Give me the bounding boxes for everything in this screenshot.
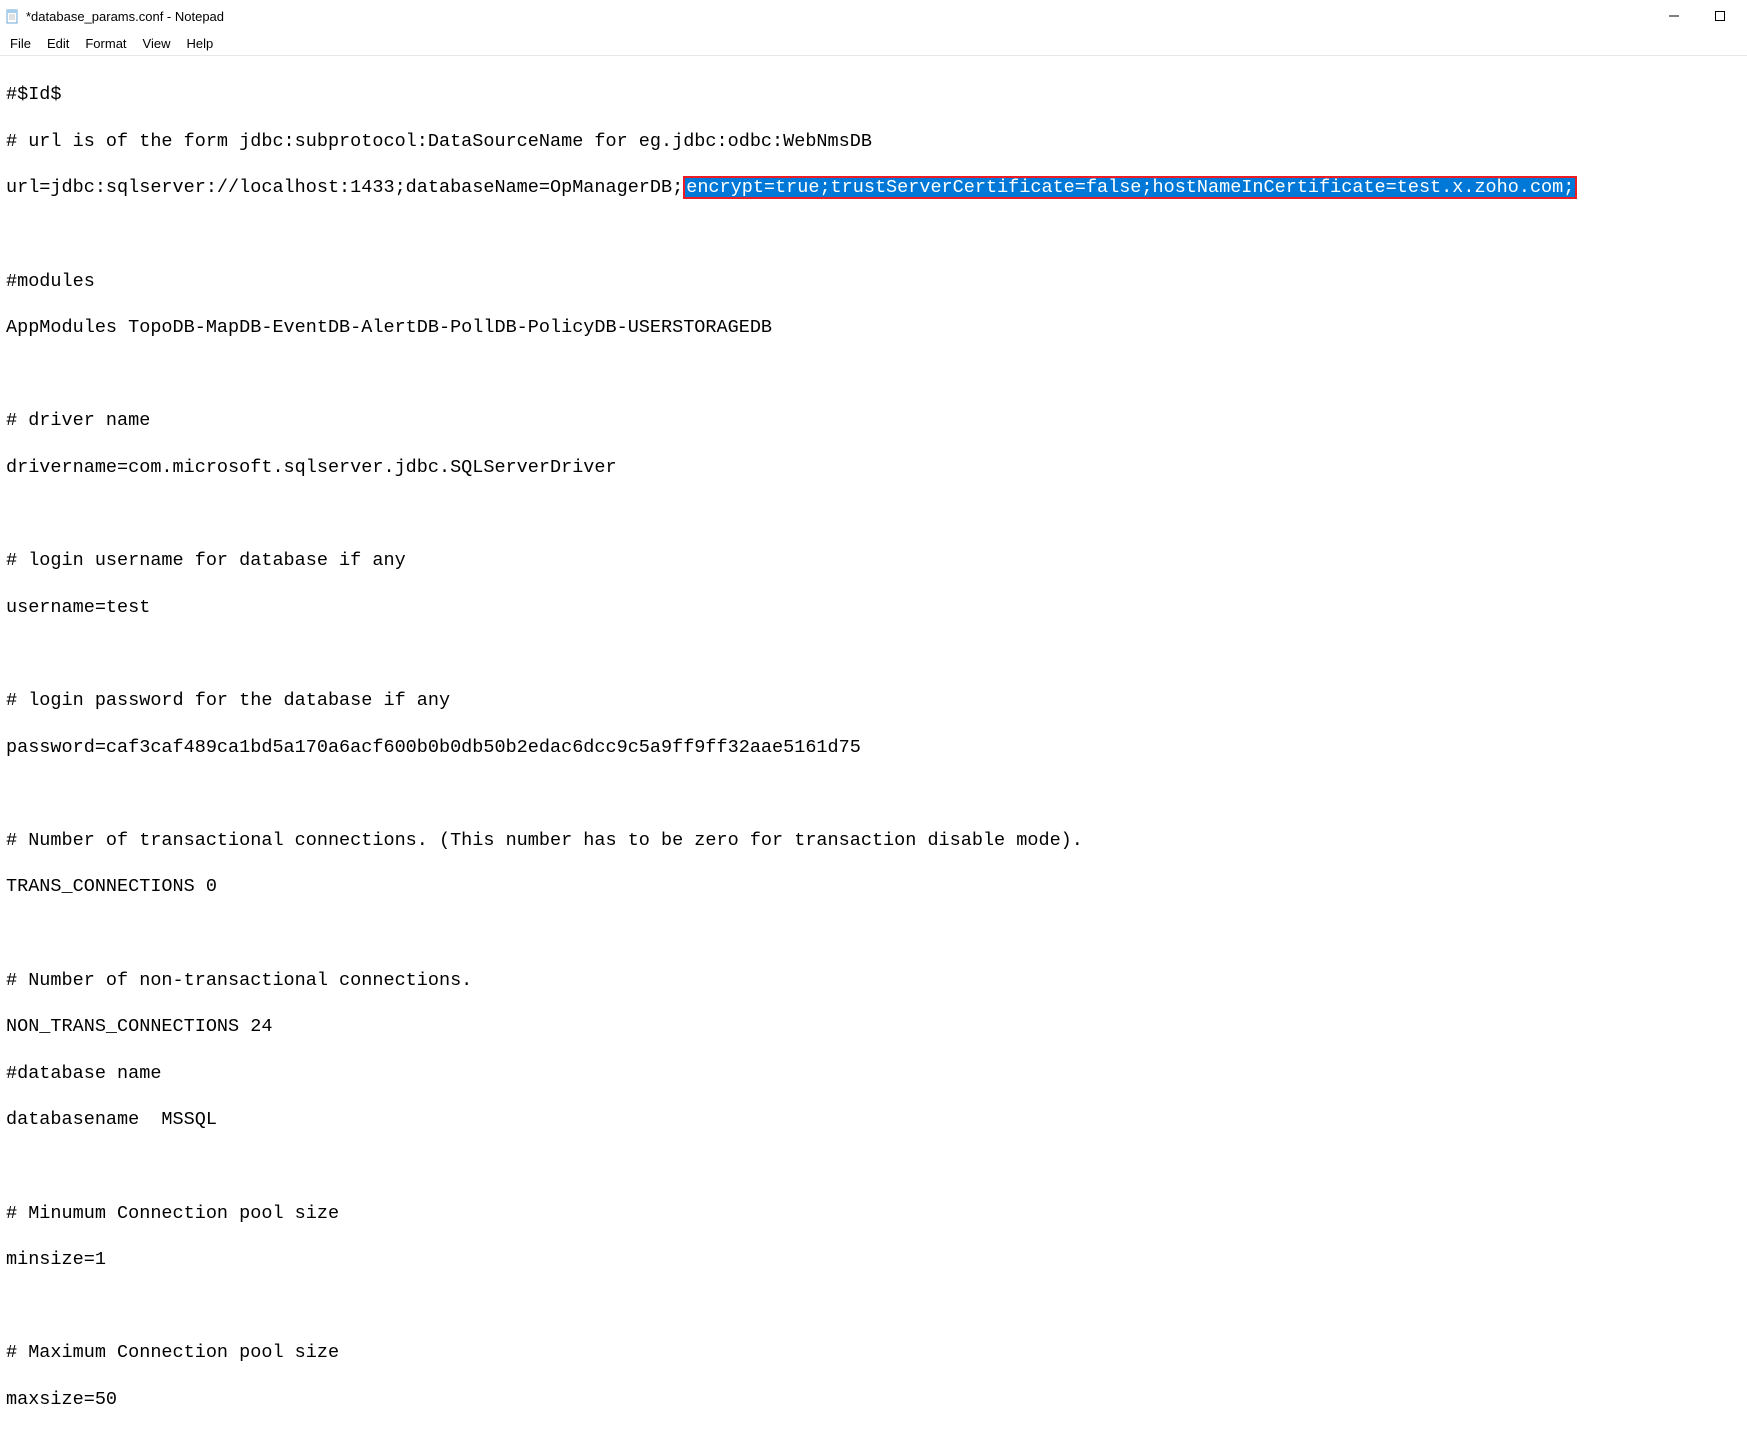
editor-line: # Number of non-transactional connection… <box>6 969 1741 992</box>
notepad-icon <box>4 8 20 24</box>
window-title: *database_params.conf - Notepad <box>26 9 224 24</box>
menu-edit[interactable]: Edit <box>39 34 77 53</box>
editor-line: # Minumum Connection pool size <box>6 1202 1741 1225</box>
minimize-button[interactable] <box>1651 0 1697 32</box>
maximize-button[interactable] <box>1697 0 1743 32</box>
editor-line: maxsize=50 <box>6 1388 1741 1411</box>
window-controls <box>1651 0 1743 32</box>
text-editor[interactable]: #$Id$ # url is of the form jdbc:subproto… <box>0 56 1747 1439</box>
editor-line: #modules <box>6 270 1741 293</box>
editor-line: TRANS_CONNECTIONS 0 <box>6 875 1741 898</box>
editor-line: # Number of transactional connections. (… <box>6 829 1741 852</box>
editor-line <box>6 503 1741 526</box>
menu-view[interactable]: View <box>135 34 179 53</box>
editor-line: # login password for the database if any <box>6 689 1741 712</box>
editor-line <box>6 922 1741 945</box>
editor-line: username=test <box>6 596 1741 619</box>
editor-line <box>6 223 1741 246</box>
editor-line <box>6 1295 1741 1318</box>
editor-line: # url is of the form jdbc:subprotocol:Da… <box>6 130 1741 153</box>
editor-line-url: url=jdbc:sqlserver://localhost:1433;data… <box>6 176 1741 199</box>
title-bar: *database_params.conf - Notepad <box>0 0 1747 32</box>
editor-line: AppModules TopoDB-MapDB-EventDB-AlertDB-… <box>6 316 1741 339</box>
url-selected-text: encrypt=true;trustServerCertificate=fals… <box>683 176 1577 199</box>
editor-line: minsize=1 <box>6 1248 1741 1271</box>
editor-line <box>6 1155 1741 1178</box>
editor-line <box>6 363 1741 386</box>
menu-bar: File Edit Format View Help <box>0 32 1747 56</box>
editor-line: # driver name <box>6 409 1741 432</box>
editor-line: drivername=com.microsoft.sqlserver.jdbc.… <box>6 456 1741 479</box>
editor-line: #database name <box>6 1062 1741 1085</box>
menu-format[interactable]: Format <box>77 34 134 53</box>
editor-line: # Maximum Connection pool size <box>6 1341 1741 1364</box>
menu-file[interactable]: File <box>2 34 39 53</box>
title-left: *database_params.conf - Notepad <box>4 8 224 24</box>
editor-line: NON_TRANS_CONNECTIONS 24 <box>6 1015 1741 1038</box>
menu-help[interactable]: Help <box>178 34 221 53</box>
editor-line: password=caf3caf489ca1bd5a170a6acf600b0b… <box>6 736 1741 759</box>
editor-line: #$Id$ <box>6 83 1741 106</box>
editor-line <box>6 782 1741 805</box>
editor-line <box>6 642 1741 665</box>
editor-line: databasename MSSQL <box>6 1108 1741 1131</box>
editor-line: # login username for database if any <box>6 549 1741 572</box>
url-prefix: url=jdbc:sqlserver://localhost:1433;data… <box>6 177 683 198</box>
